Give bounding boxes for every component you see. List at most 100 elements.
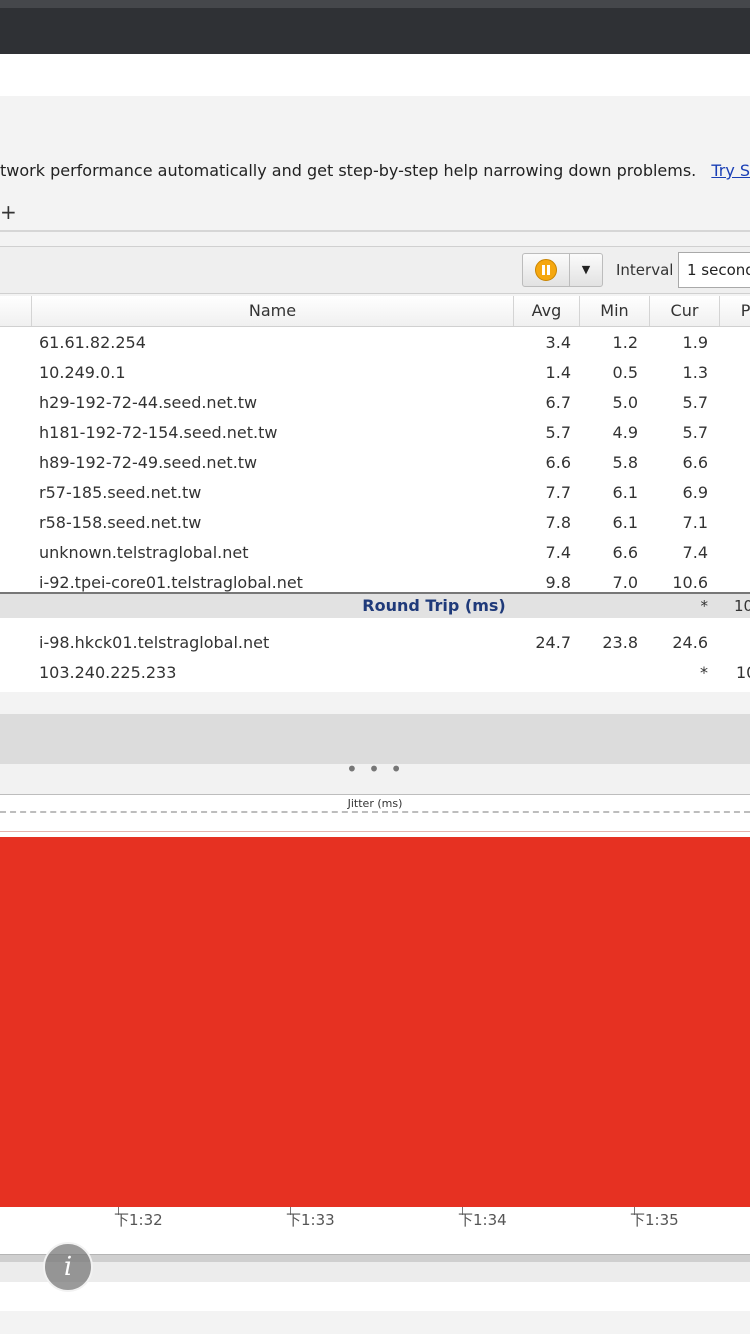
hop-cur: 1.9 xyxy=(682,333,708,352)
hop-cur: * xyxy=(700,663,708,682)
hop-pl xyxy=(736,628,750,658)
pause-button[interactable] xyxy=(522,253,570,287)
hop-pl xyxy=(736,508,750,538)
hop-avg: 7.7 xyxy=(545,483,571,502)
chevron-down-icon: ▼ xyxy=(581,263,591,276)
hop-name: i-98.hkck01.telstraglobal.net xyxy=(39,633,270,652)
table-row[interactable]: h29-192-72-44.seed.net.tw 6.7 5.0 5.7 xyxy=(0,388,750,418)
promo-banner: twork performance automatically and get … xyxy=(0,156,750,186)
hop-avg: 7.4 xyxy=(545,543,571,562)
timeline-graph: Jitter (ms) 下1:32 下1:33 下1:34 下1:35 xyxy=(0,794,750,1311)
interval-select[interactable]: 1 second xyxy=(678,252,750,288)
hop-min: 5.8 xyxy=(612,453,638,472)
top-bar-strip xyxy=(0,0,750,8)
hop-cur: 7.1 xyxy=(682,513,708,532)
pause-icon xyxy=(535,259,557,281)
table-row[interactable]: i-98.hkck01.telstraglobal.net 24.7 23.8 … xyxy=(0,628,750,658)
time-tick-label: 下1:32 xyxy=(114,1211,163,1229)
hop-min: 1.2 xyxy=(612,333,638,352)
hop-min: 6.1 xyxy=(612,483,638,502)
bottom-gap xyxy=(0,1262,750,1282)
table-row[interactable]: r57-185.seed.net.tw 7.7 6.1 6.9 xyxy=(0,478,750,508)
header-pl[interactable]: PL xyxy=(720,296,750,326)
promo-banner-text: twork performance automatically and get … xyxy=(0,161,697,180)
table-row[interactable]: 10.249.0.1 1.4 0.5 1.3 xyxy=(0,358,750,388)
table-row[interactable]: h89-192-72-49.seed.net.tw 6.6 5.8 6.6 xyxy=(0,448,750,478)
hop-pl xyxy=(736,388,750,418)
browser-top-bar xyxy=(0,0,750,54)
round-trip-summary-row: Round Trip (ms) * 10 xyxy=(0,592,750,618)
hop-min xyxy=(582,658,638,688)
header-hop-column[interactable] xyxy=(0,296,32,326)
hop-cur: 5.7 xyxy=(682,423,708,442)
header-name[interactable]: Name xyxy=(32,296,514,326)
hop-name: h89-192-72-49.seed.net.tw xyxy=(39,453,258,472)
hop-avg: 5.7 xyxy=(545,423,571,442)
hop-cur: 6.6 xyxy=(682,453,708,472)
table-row[interactable]: r58-158.seed.net.tw 7.8 6.1 7.1 xyxy=(0,508,750,538)
hop-cur: 7.4 xyxy=(682,543,708,562)
hop-avg: 6.7 xyxy=(545,393,571,412)
add-target-plus-icon[interactable]: + xyxy=(0,200,17,224)
header-cur[interactable]: Cur xyxy=(650,296,720,326)
time-tick-label: 下1:33 xyxy=(286,1211,335,1229)
hop-pl xyxy=(736,358,750,388)
table-row[interactable]: 61.61.82.254 3.4 1.2 1.9 xyxy=(0,328,750,358)
hop-min: 5.0 xyxy=(612,393,638,412)
table-row[interactable]: h181-192-72-154.seed.net.tw 5.7 4.9 5.7 xyxy=(0,418,750,448)
hop-name: 61.61.82.254 xyxy=(39,333,146,352)
table-row[interactable]: 103.240.225.233 * 10 xyxy=(0,658,750,688)
hop-cur: 24.6 xyxy=(672,633,708,652)
hop-cur: 1.3 xyxy=(682,363,708,382)
round-trip-pl: 10 xyxy=(734,597,750,615)
graph-top-border xyxy=(0,831,750,832)
packet-loss-area[interactable] xyxy=(0,837,750,1207)
time-tick-label: 下1:35 xyxy=(630,1211,679,1229)
hop-avg: 3.4 xyxy=(545,333,571,352)
pause-options-dropdown[interactable]: ▼ xyxy=(569,253,603,287)
hop-name: h29-192-72-44.seed.net.tw xyxy=(39,393,258,412)
header-min[interactable]: Min xyxy=(580,296,650,326)
time-tick-label: 下1:34 xyxy=(458,1211,507,1229)
hop-pl xyxy=(736,418,750,448)
try-link[interactable]: Try S xyxy=(711,161,750,180)
splitter-dots-icon: • • • xyxy=(345,757,405,781)
table-row[interactable]: unknown.telstraglobal.net 7.4 6.6 7.4 xyxy=(0,538,750,568)
round-trip-label: Round Trip (ms) xyxy=(362,596,506,615)
hop-name: h181-192-72-154.seed.net.tw xyxy=(39,423,278,442)
hop-avg: 6.6 xyxy=(545,453,571,472)
hop-name: 10.249.0.1 xyxy=(39,363,126,382)
hop-avg: 7.8 xyxy=(545,513,571,532)
hop-pl xyxy=(736,478,750,508)
hop-avg xyxy=(515,658,571,688)
hop-pl: 10 xyxy=(736,663,750,682)
hop-avg: 24.7 xyxy=(535,633,571,652)
hop-avg: 1.4 xyxy=(545,363,571,382)
pingplotter-window: twork performance automatically and get … xyxy=(0,96,750,1334)
round-trip-cur: * xyxy=(700,597,709,615)
pane-splitter-handle[interactable]: • • • xyxy=(0,759,750,794)
hop-min: 6.1 xyxy=(612,513,638,532)
hop-cur: 6.9 xyxy=(682,483,708,502)
top-white-gap xyxy=(0,54,750,96)
time-axis: 下1:32 下1:33 下1:34 下1:35 xyxy=(0,1207,750,1247)
hop-pl xyxy=(736,448,750,478)
trace-toolbar: ▼ Interval 1 second xyxy=(0,246,750,294)
hop-min: 6.6 xyxy=(612,543,638,562)
table-header: Name Avg Min Cur PL xyxy=(0,296,750,327)
jitter-title: Jitter (ms) xyxy=(347,797,403,810)
hop-pl xyxy=(736,538,750,568)
interval-label: Interval xyxy=(616,261,674,279)
info-icon[interactable]: i xyxy=(43,1242,93,1292)
hop-min: 23.8 xyxy=(602,633,638,652)
divider xyxy=(0,230,750,232)
hop-cur: 5.7 xyxy=(682,393,708,412)
header-avg[interactable]: Avg xyxy=(514,296,580,326)
hops-table: Name Avg Min Cur PL 61.61.82.254 3.4 1.2… xyxy=(0,296,750,692)
hop-pl xyxy=(736,328,750,358)
hop-name: unknown.telstraglobal.net xyxy=(39,543,249,562)
hop-min: 4.9 xyxy=(612,423,638,442)
jitter-dashed-line xyxy=(0,811,750,813)
hop-name: r57-185.seed.net.tw xyxy=(39,483,202,502)
hop-name: 103.240.225.233 xyxy=(39,663,177,682)
